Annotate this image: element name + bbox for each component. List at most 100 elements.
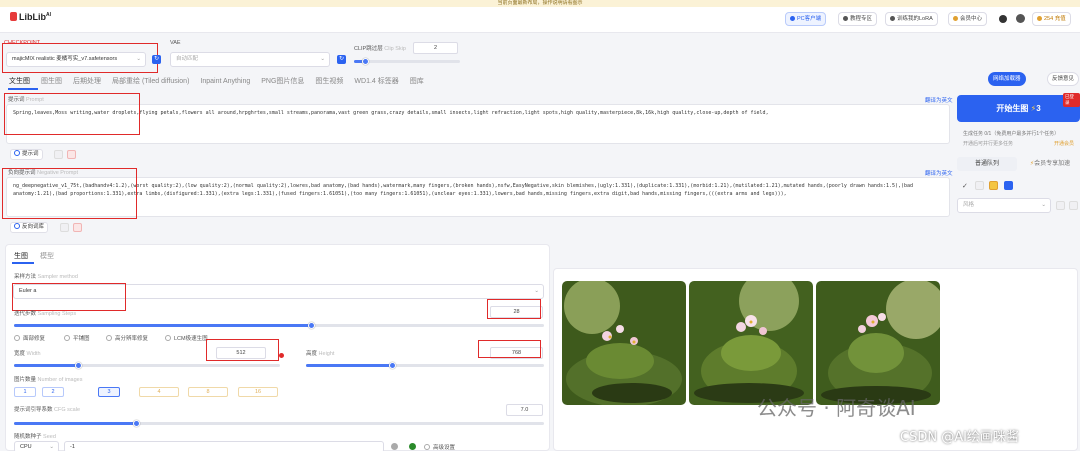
- prompt-translate-link[interactable]: 翻译为英文: [925, 96, 953, 104]
- tab-inpaint-anything[interactable]: Inpaint Anything: [200, 78, 250, 85]
- task-info-secondary: 开通后可并行更多任务: [963, 141, 1014, 147]
- image-count-2[interactable]: 2: [42, 387, 64, 397]
- tutorial-button[interactable]: 教程专区: [838, 12, 878, 26]
- tab-vip-queue[interactable]: ⚡会员专享加速: [1020, 157, 1080, 171]
- tab-img2img[interactable]: 图生图: [41, 78, 62, 85]
- option-hires-fix[interactable]: 高分辨率修复: [106, 334, 148, 342]
- vip-center-button[interactable]: 会员中心: [948, 12, 988, 26]
- vip-queue-label: 会员专享加速: [1034, 161, 1071, 167]
- active-subtab-underline: [12, 262, 34, 264]
- cfg-slider-knob[interactable]: [132, 420, 140, 427]
- height-slider-knob[interactable]: [388, 362, 396, 369]
- vae-select[interactable]: 自动匹配 ⌄: [170, 52, 330, 67]
- train-lora-button[interactable]: 训练我的LoRA: [885, 12, 938, 26]
- tab-normal-queue[interactable]: 普通队列: [957, 157, 1017, 171]
- steps-slider-knob[interactable]: [307, 322, 315, 329]
- generated-image-1[interactable]: [562, 281, 686, 405]
- pc-client-button[interactable]: PC客户端: [785, 12, 827, 26]
- feedback-button[interactable]: 反馈意见: [1047, 72, 1080, 86]
- tab-png-info[interactable]: PNG图片信息: [261, 78, 304, 85]
- tab-wd14-tagger[interactable]: WD1.4 标签器: [354, 78, 398, 85]
- generate-label: 开始生图: [996, 104, 1029, 113]
- clip-skip-slider-knob[interactable]: [361, 58, 369, 65]
- shortcut-button[interactable]: 网络加载器: [988, 72, 1026, 86]
- train-lora-label: 训练我的LoRA: [897, 16, 933, 22]
- book-icon: [843, 16, 848, 21]
- notification-icon[interactable]: [999, 15, 1007, 23]
- check-icon[interactable]: ✓: [962, 182, 968, 190]
- train-icon: [890, 16, 895, 21]
- option-face-restore[interactable]: 面部修复: [14, 334, 45, 342]
- tab-txt2img[interactable]: 文生图: [9, 78, 30, 85]
- negative-prompt-textarea[interactable]: ng_deepnegative_v1_75t,(badhandv4:1.2),(…: [6, 177, 950, 217]
- width-slider-fill: [14, 364, 78, 367]
- steps-slider-fill: [14, 324, 311, 327]
- subtab-generate[interactable]: 生图: [14, 251, 28, 261]
- cfg-slider[interactable]: [14, 422, 544, 425]
- width-highlight-box: [206, 339, 279, 361]
- steps-slider[interactable]: [14, 324, 544, 327]
- recycle-icon[interactable]: [409, 443, 416, 450]
- width-slider[interactable]: [14, 364, 280, 367]
- main-tabs: 文生图 图生图 后期处理 局部重绘 (Tiled diffusion) Inpaint …: [9, 76, 435, 86]
- trash-icon[interactable]: [73, 223, 82, 232]
- tab-gallery[interactable]: 图库: [410, 78, 424, 85]
- save-icon[interactable]: [1004, 181, 1013, 190]
- seed-label: 随机数种子 Seed: [14, 434, 56, 440]
- steps-highlight-box: [487, 299, 541, 319]
- width-slider-knob[interactable]: [74, 362, 82, 369]
- trash-icon[interactable]: [975, 181, 984, 190]
- edit-style-icon[interactable]: [1069, 201, 1078, 210]
- tab-postprocess[interactable]: 后期处理: [73, 78, 101, 85]
- coin-icon: [1037, 16, 1042, 21]
- clip-skip-slider[interactable]: [354, 60, 460, 63]
- prompt-library-button[interactable]: 提示词: [10, 149, 43, 160]
- prompt-library-label: 提示词: [22, 151, 39, 157]
- vip-link[interactable]: 开通会员: [1054, 140, 1074, 147]
- folder-icon[interactable]: [989, 181, 998, 190]
- swap-dimensions-icon[interactable]: [279, 353, 284, 358]
- image-count-label: 图片数量 Number of images: [14, 377, 83, 383]
- copy-icon[interactable]: [60, 223, 69, 232]
- monitor-icon: [790, 16, 795, 21]
- option-lcm[interactable]: LCM极速生图: [165, 334, 208, 342]
- prompt-textarea[interactable]: Spring,leaves,Moss writing,water droplet…: [6, 104, 950, 144]
- seed-device-select[interactable]: CPU ⌄: [14, 441, 59, 451]
- cfg-input[interactable]: 7.0: [506, 404, 543, 416]
- image-count-3[interactable]: 3: [98, 387, 120, 397]
- tab-img2video[interactable]: 图生视频: [315, 78, 343, 85]
- generated-image-2[interactable]: [689, 281, 813, 405]
- clip-skip-label: CLIP跳过层 Clip Skip: [354, 46, 406, 52]
- task-info: 生成任务 0/1（免费用户最多并行1个任务）: [963, 131, 1060, 137]
- tab-tiled-diffusion[interactable]: 局部重绘 (Tiled diffusion): [112, 78, 189, 85]
- generate-button[interactable]: 开始生图 ⚡3: [957, 95, 1080, 122]
- generated-image-3[interactable]: [816, 281, 940, 405]
- sampler-highlight-box: [12, 283, 126, 311]
- copy-icon[interactable]: [54, 150, 63, 159]
- avatar[interactable]: [1016, 14, 1025, 23]
- image-count-1[interactable]: 1: [14, 387, 36, 397]
- image-count-4[interactable]: 4: [139, 387, 179, 397]
- liblib-logo[interactable]: LibLibAI: [10, 12, 51, 22]
- option-tiling[interactable]: 平铺图: [64, 334, 90, 342]
- image-count-16[interactable]: 16: [238, 387, 278, 397]
- checkpoint-highlight-box: [2, 43, 158, 73]
- points-balance[interactable]: 254 充值: [1032, 12, 1071, 26]
- negative-library-button[interactable]: 反向词库: [10, 222, 49, 233]
- negative-translate-link[interactable]: 翻译为英文: [925, 169, 953, 177]
- dice-icon[interactable]: [391, 443, 398, 450]
- height-slider[interactable]: [306, 364, 544, 367]
- subtab-model[interactable]: 模型: [40, 251, 54, 261]
- image-count-8[interactable]: 8: [188, 387, 228, 397]
- refresh-icon[interactable]: ↻: [152, 55, 161, 64]
- pc-client-label: PC客户端: [797, 16, 822, 22]
- refresh-icon[interactable]: ↻: [337, 55, 346, 64]
- clip-skip-input[interactable]: 2: [413, 42, 458, 54]
- trash-icon[interactable]: [67, 150, 76, 159]
- watermark-csdn: CSDN @AI绘画咪酱: [900, 430, 1019, 445]
- tutorial-label: 教程专区: [850, 16, 873, 22]
- seed-input[interactable]: -1: [64, 441, 384, 451]
- style-select[interactable]: 风格 ⌄: [957, 198, 1051, 213]
- apply-style-icon[interactable]: [1056, 201, 1065, 210]
- advanced-settings-toggle[interactable]: 高级设置: [424, 443, 455, 451]
